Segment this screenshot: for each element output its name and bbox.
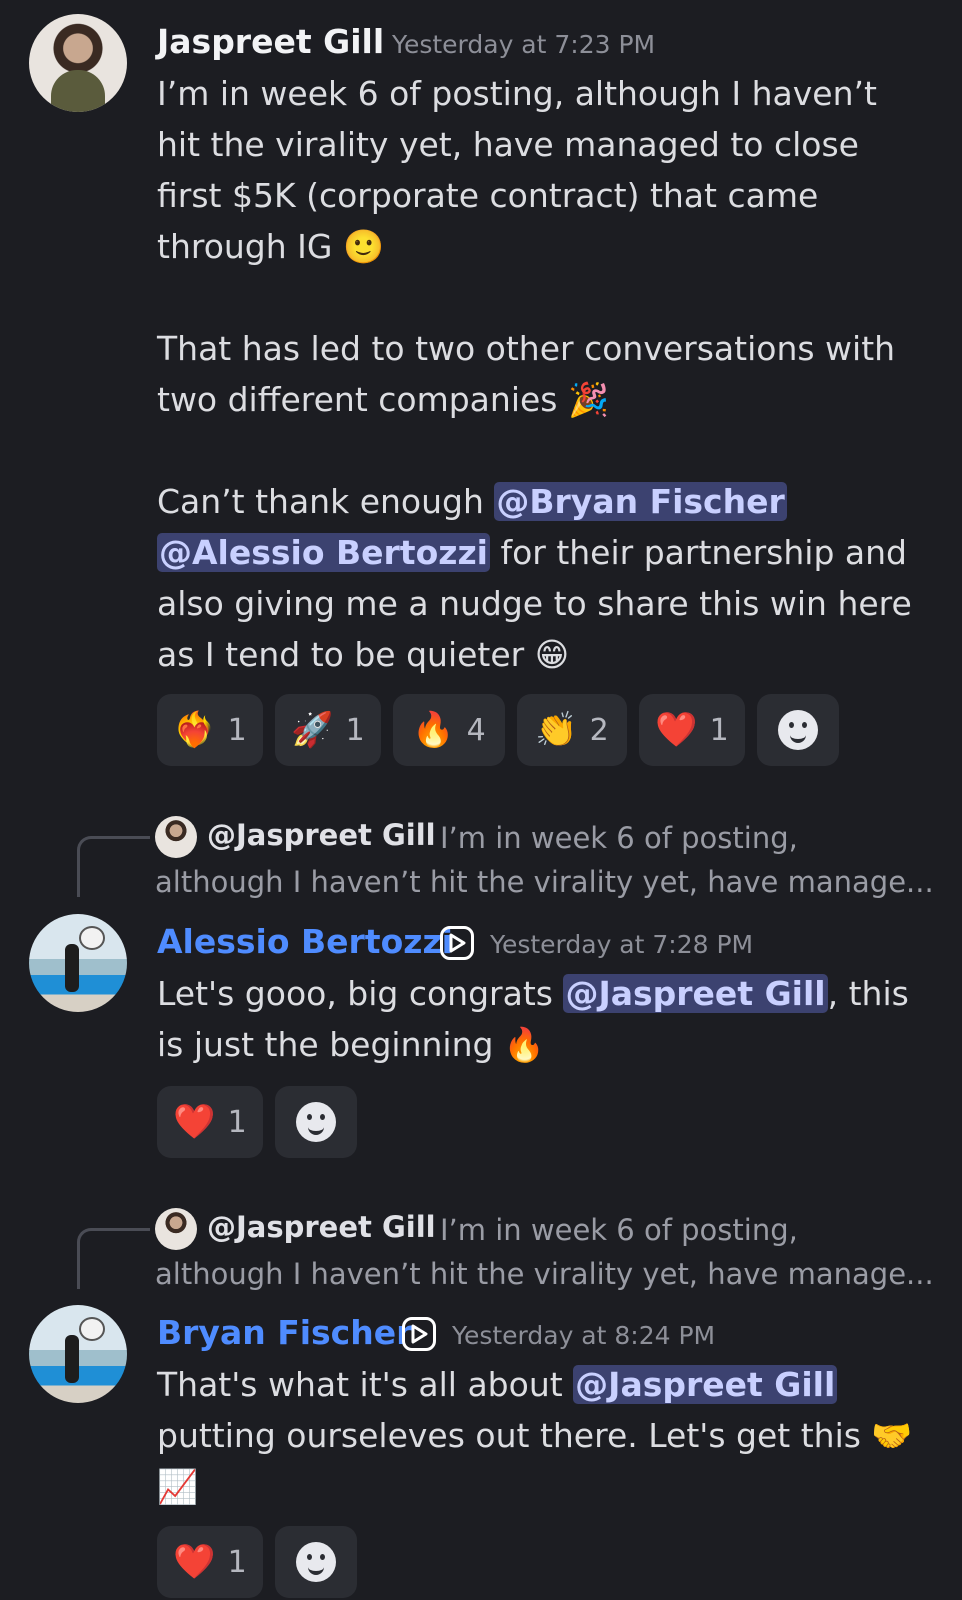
reaction[interactable]: 🚀 1 bbox=[275, 694, 381, 766]
add-reaction-icon bbox=[778, 710, 818, 750]
message-timestamp: Yesterday at 7:23 PM bbox=[392, 30, 656, 59]
reply-preview[interactable]: although I haven’t hit the virality yet,… bbox=[155, 860, 934, 904]
reply-author[interactable]: @Jaspreet Gill bbox=[207, 1210, 436, 1244]
mention[interactable]: @Alessio Bertozzi bbox=[157, 533, 490, 572]
avatar[interactable] bbox=[29, 14, 127, 112]
reaction[interactable]: ❤️ 1 bbox=[157, 1526, 263, 1598]
reply-connector bbox=[77, 1228, 150, 1289]
message-author[interactable]: Bryan Fischer bbox=[157, 1313, 412, 1352]
reaction-bar: ❤️ 1 bbox=[157, 1086, 357, 1158]
message-content: Let's gooo, big congrats @Jaspreet Gill,… bbox=[157, 974, 920, 1064]
message-content: I’m in week 6 of posting, although I hav… bbox=[157, 74, 923, 674]
mention[interactable]: @Jaspreet Gill bbox=[573, 1365, 838, 1404]
reaction[interactable]: 🔥 4 bbox=[393, 694, 505, 766]
message-author[interactable]: Alessio Bertozzi bbox=[157, 922, 453, 961]
reaction-bar: ❤️‍🔥 1 🚀 1 🔥 4 👏 2 ❤️ 1 bbox=[157, 694, 839, 766]
play-badge-icon bbox=[402, 1317, 436, 1351]
add-reaction-icon bbox=[296, 1542, 336, 1582]
add-reaction-button[interactable] bbox=[275, 1526, 357, 1598]
reply-avatar bbox=[155, 1208, 197, 1250]
message-timestamp: Yesterday at 7:28 PM bbox=[490, 930, 754, 959]
avatar[interactable] bbox=[29, 914, 127, 1012]
message-timestamp: Yesterday at 8:24 PM bbox=[452, 1321, 716, 1350]
reaction[interactable]: ❤️ 1 bbox=[157, 1086, 263, 1158]
add-reaction-button[interactable] bbox=[275, 1086, 357, 1158]
reply-preview[interactable]: I’m in week 6 of posting, bbox=[440, 1208, 798, 1252]
reaction-bar: ❤️ 1 bbox=[157, 1526, 357, 1598]
reply-connector bbox=[77, 836, 150, 897]
reaction[interactable]: 👏 2 bbox=[517, 694, 627, 766]
reaction[interactable]: ❤️ 1 bbox=[639, 694, 745, 766]
message-content: That's what it's all about @Jaspreet Gil… bbox=[157, 1365, 924, 1506]
mention[interactable]: @Bryan Fischer bbox=[494, 482, 787, 521]
mention[interactable]: @Jaspreet Gill bbox=[563, 974, 828, 1013]
avatar[interactable] bbox=[29, 1305, 127, 1403]
add-reaction-button[interactable] bbox=[757, 694, 839, 766]
reaction[interactable]: ❤️‍🔥 1 bbox=[157, 694, 263, 766]
reply-avatar bbox=[155, 816, 197, 858]
message-author[interactable]: Jaspreet Gill bbox=[157, 22, 384, 61]
add-reaction-icon bbox=[296, 1102, 336, 1142]
reply-preview[interactable]: although I haven’t hit the virality yet,… bbox=[155, 1252, 934, 1296]
play-badge-icon bbox=[440, 926, 474, 960]
reply-preview[interactable]: I’m in week 6 of posting, bbox=[440, 816, 798, 860]
reply-author[interactable]: @Jaspreet Gill bbox=[207, 818, 436, 852]
